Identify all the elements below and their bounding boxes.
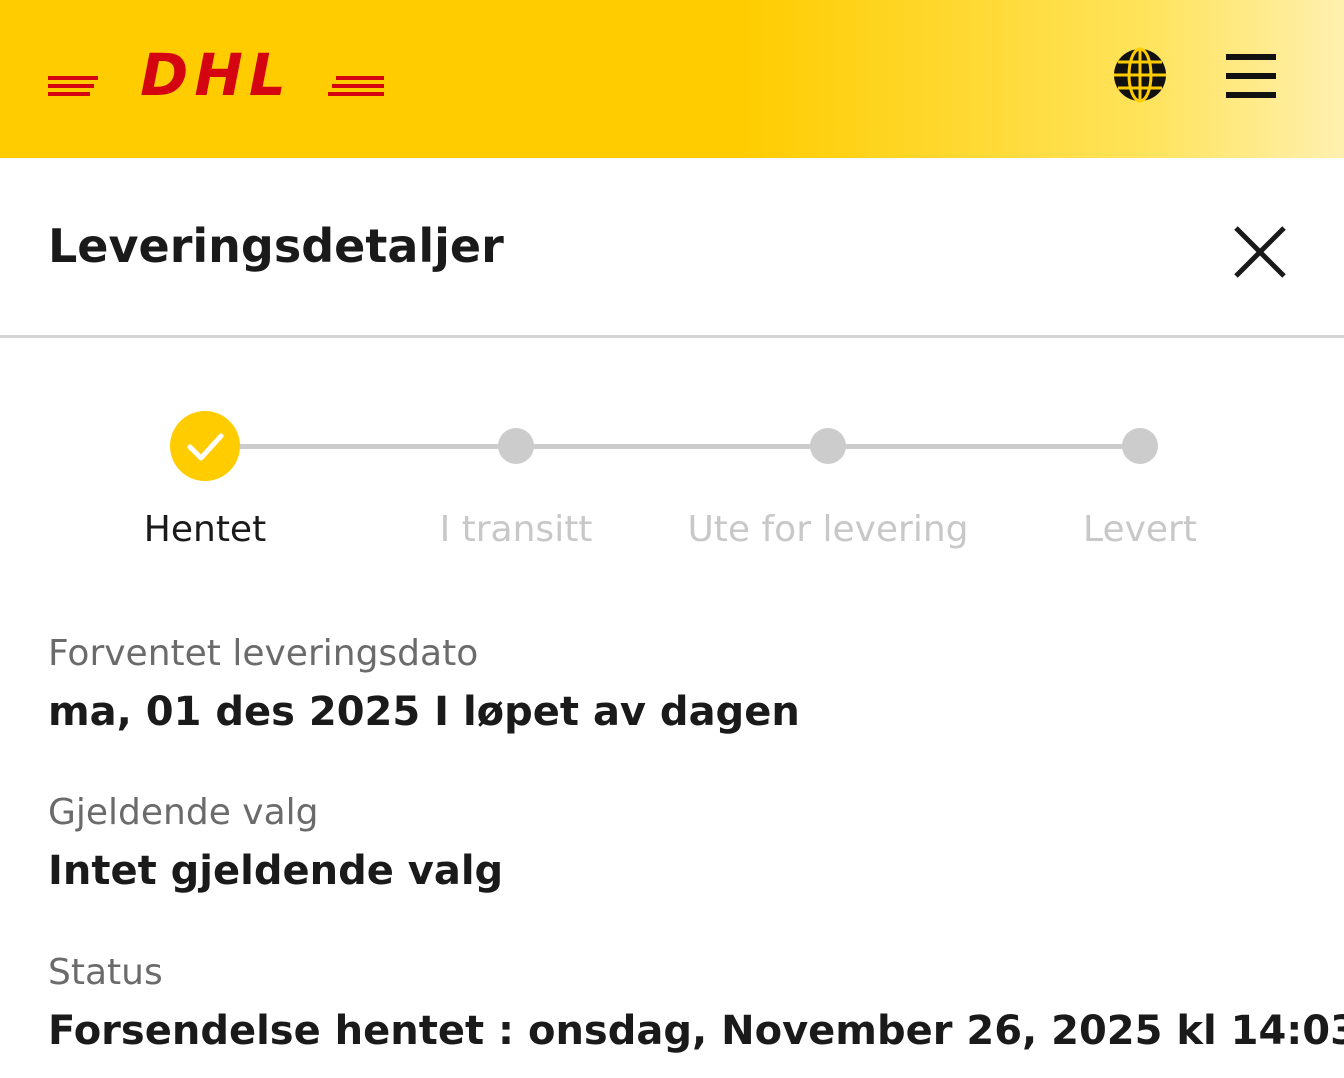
language-button[interactable]	[1110, 46, 1170, 104]
close-button[interactable]	[1228, 220, 1292, 284]
current-choice-section: Gjeldende valg Intet gjeldende valg	[48, 791, 503, 897]
hamburger-menu-icon	[1226, 54, 1276, 98]
globe-icon	[1114, 47, 1166, 103]
app-header: DHL	[0, 0, 1344, 158]
progress-track	[240, 444, 1140, 449]
dhl-logo[interactable]: DHL	[46, 41, 386, 109]
step-label-hentet: Hentet	[143, 509, 267, 550]
logo-wordmark: DHL	[140, 41, 292, 109]
detail-label: Forventet leveringsdato	[48, 633, 479, 674]
checkmark-icon	[187, 433, 224, 461]
step-marker-pending	[498, 428, 534, 464]
detail-value: ma, 01 des 2025 I løpet av dagen	[48, 689, 800, 735]
status-section: Status Forsendelse hentet : onsdag, Nove…	[48, 951, 1344, 1057]
detail-label: Status	[48, 952, 163, 993]
step-label-levert: Levert	[1083, 509, 1197, 550]
step-label-ute-for-levering: Ute for levering	[687, 509, 969, 550]
step-marker-completed	[170, 411, 240, 481]
page-title: Leveringsdetaljer	[48, 219, 504, 273]
menu-button[interactable]	[1222, 50, 1280, 102]
detail-value: Intet gjeldende valg	[48, 848, 504, 894]
detail-value: Forsendelse hentet : onsdag, November 26…	[48, 1008, 1344, 1054]
expected-delivery-section: Forventet leveringsdato ma, 01 des 2025 …	[48, 632, 800, 738]
step-marker-pending	[810, 428, 846, 464]
panel-header: Leveringsdetaljer	[0, 158, 1344, 338]
detail-label: Gjeldende valg	[48, 792, 319, 833]
step-marker-pending	[1122, 428, 1158, 464]
delivery-progress-stepper: Hentet I transitt Ute for levering Lever…	[0, 400, 1344, 570]
close-icon	[1234, 226, 1286, 278]
step-label-i-transitt: I transitt	[439, 509, 593, 550]
